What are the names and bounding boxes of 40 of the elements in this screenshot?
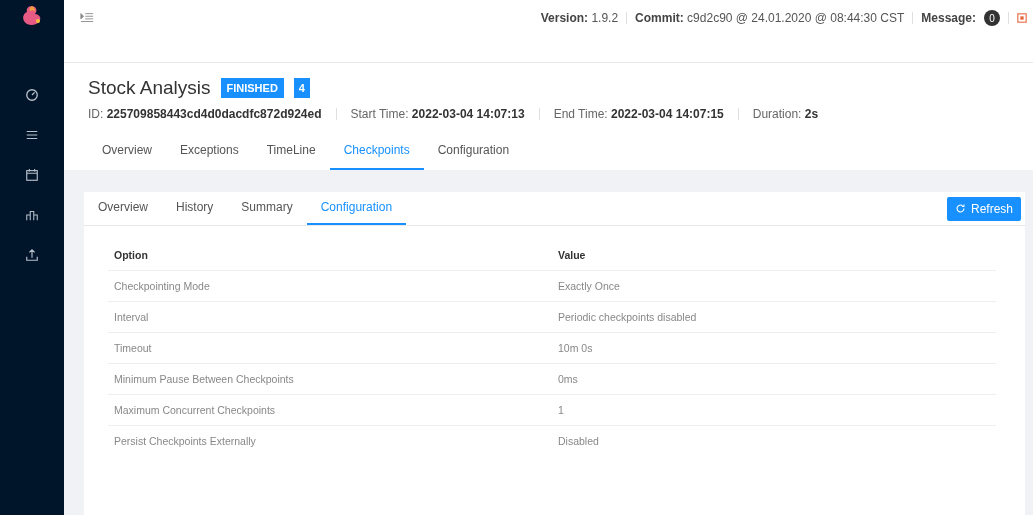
job-meta-text: ID: 225709858443cd4d0dacdfc872d924ed [88, 107, 322, 121]
checkpoint-tab[interactable]: Summary [227, 192, 307, 225]
table-cell: 1 [552, 394, 996, 426]
version-text: Version: 1.9.2 [540, 11, 619, 25]
column-header: Value [552, 240, 996, 271]
job-tab[interactable]: Overview [88, 133, 166, 170]
job-meta-text: Start Time: 2022-03-04 14:07:13 [350, 107, 525, 121]
table-cell: Persist Checkpoints Externally [108, 425, 552, 456]
checkpoint-tab[interactable]: Overview [84, 192, 162, 225]
status-badge: FINISHED [220, 78, 284, 98]
cluster-icon[interactable] [25, 208, 39, 222]
message-label: Message: [921, 11, 976, 25]
job-title: Stock Analysis [88, 77, 211, 99]
refresh-icon [954, 203, 966, 214]
list-icon[interactable] [25, 128, 39, 142]
table-cell: Minimum Pause Between Checkpoints [108, 363, 552, 395]
table-cell: Timeout [108, 332, 552, 364]
commit-text: Commit: c9d2c90 @ 24.01.2020 @ 08:44:30 CST [635, 11, 905, 25]
job-tab[interactable]: Exceptions [166, 133, 253, 170]
table-cell: Periodic checkpoints disabled [552, 301, 996, 333]
checkpoint-tab[interactable]: History [162, 192, 228, 225]
job-tab[interactable]: TimeLine [252, 133, 330, 170]
menu-icon[interactable] [80, 11, 94, 25]
calendar-icon[interactable] [25, 168, 39, 182]
job-tab[interactable]: Configuration [423, 133, 524, 170]
column-header: Option [108, 240, 552, 271]
table-cell: 0ms [552, 363, 996, 395]
job-meta-text: End Time: 2022-03-04 14:07:15 [553, 107, 724, 121]
table-cell: 10m 0s [552, 332, 996, 364]
task-count-badge: 4 [293, 78, 310, 98]
table-cell: Disabled [552, 425, 996, 456]
table-cell: Exactly Once [552, 270, 996, 302]
dashboard-icon[interactable] [25, 88, 39, 102]
square-icon[interactable] [1017, 13, 1027, 23]
table-cell: Checkpointing Mode [108, 270, 552, 302]
table-cell: Maximum Concurrent Checkpoints [108, 394, 552, 426]
job-meta-text: Duration: 2s [752, 107, 819, 121]
table-cell: Interval [108, 301, 552, 333]
message-count-badge[interactable]: 0 [984, 10, 1000, 26]
upload-icon[interactable] [25, 248, 39, 262]
